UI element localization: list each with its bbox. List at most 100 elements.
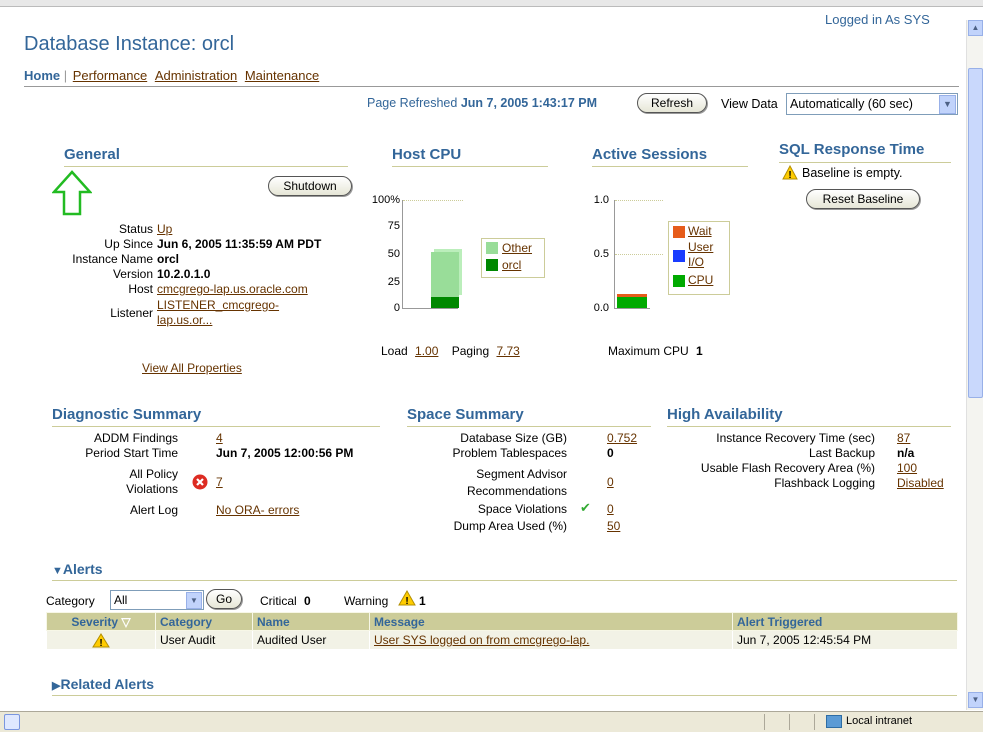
col-name[interactable]: Name [252, 612, 370, 631]
sessions-tick-05: 0.5 [593, 248, 609, 260]
tab-home[interactable]: Home [24, 68, 60, 83]
flash-area-value[interactable]: 100 [897, 461, 917, 475]
problem-ts-label: Problem Tablespaces [452, 446, 567, 460]
dump-area-label: Dump Area Used (%) [453, 519, 567, 533]
load-paging: Load 1.00 Paging 7.73 [381, 344, 520, 358]
cpu-gridline [403, 200, 463, 201]
load-label: Load [381, 344, 408, 358]
chevron-down-icon[interactable]: ▼ [939, 95, 956, 114]
tab-maintenance[interactable]: Maintenance [245, 68, 319, 83]
col-alert-triggered[interactable]: Alert Triggered [732, 612, 958, 631]
warning-label: Warning [344, 594, 389, 608]
policy-value[interactable]: 7 [216, 475, 223, 489]
zone-label: Local intranet [846, 715, 913, 727]
critical-value: 0 [304, 594, 311, 608]
category-chevron-down-icon[interactable]: ▼ [186, 592, 202, 609]
legend-wait[interactable]: Wait [688, 224, 712, 238]
reset-baseline-button[interactable]: Reset Baseline [806, 189, 920, 209]
logged-in-label: Logged in As SYS [825, 12, 930, 27]
critical-label: Critical [260, 594, 297, 608]
view-data-select[interactable]: Automatically (60 sec) ▼ [786, 93, 958, 115]
legend-swatch-cpu [673, 275, 685, 287]
sessions-gridline-mid [615, 254, 663, 255]
alert-log-value[interactable]: No ORA- errors [216, 503, 299, 517]
policy-label-2: Violations [126, 482, 178, 496]
table-row: ! User Audit Audited User User SYS logge… [46, 630, 958, 650]
instance-recovery-label: Instance Recovery Time (sec) [716, 431, 875, 445]
vertical-scrollbar[interactable]: ▲ ▼ [966, 20, 983, 710]
legend-swatch-wait [673, 226, 685, 238]
related-alerts-rule [52, 695, 957, 696]
status-up-arrow-icon [52, 170, 92, 216]
scroll-thumb[interactable] [968, 68, 983, 398]
cpu-y-axis [402, 200, 403, 308]
listener-value-line2[interactable]: lap.us.or... [157, 313, 212, 327]
cpu-tick-100: 100% [371, 194, 400, 206]
load-value[interactable]: 1.00 [415, 344, 438, 358]
tab-performance[interactable]: Performance [73, 68, 147, 83]
space-violations-value[interactable]: 0 [607, 502, 614, 516]
legend-io[interactable]: I/O [688, 255, 704, 269]
col-message[interactable]: Message [369, 612, 733, 631]
legend-orcl[interactable]: orcl [502, 258, 521, 272]
refresh-button[interactable]: Refresh [637, 93, 707, 113]
legend-swatch-orcl [486, 259, 498, 271]
db-size-value[interactable]: 0.752 [607, 431, 637, 445]
general-rule [64, 166, 348, 167]
listener-value[interactable]: LISTENER_cmcgrego- [157, 298, 279, 312]
svg-text:!: ! [99, 638, 102, 648]
row-alert-triggered: Jun 7, 2005 12:45:54 PM [732, 630, 958, 650]
collapse-triangle-icon: ▼ [52, 565, 63, 577]
last-backup-label: Last Backup [808, 446, 875, 460]
related-alerts-heading[interactable]: ▶Related Alerts [52, 676, 154, 692]
status-bar: Local intranet [0, 711, 983, 732]
scroll-up-icon[interactable]: ▲ [968, 20, 983, 36]
dump-area-value[interactable]: 50 [607, 519, 620, 533]
legend-cpu[interactable]: CPU [688, 273, 713, 287]
host-label: Host [128, 282, 153, 296]
category-value: All [114, 593, 128, 607]
max-cpu: Maximum CPU 1 [608, 344, 703, 358]
max-cpu-value: 1 [696, 344, 703, 358]
row-warning-icon: ! [92, 632, 110, 649]
legend-user[interactable]: User [688, 240, 713, 254]
go-button[interactable]: Go [206, 589, 242, 609]
segment-advisor-label-2: Recommendations [466, 484, 567, 498]
up-since-label: Up Since [104, 237, 153, 251]
period-start-label: Period Start Time [85, 446, 178, 460]
col-category[interactable]: Category [155, 612, 253, 631]
cpu-x-axis [402, 308, 458, 309]
sessions-legend: Wait User I/O CPU [668, 221, 730, 295]
shutdown-button[interactable]: Shutdown [268, 176, 352, 196]
tab-administration[interactable]: Administration [155, 68, 237, 83]
sort-desc-icon: ▽ [121, 614, 131, 629]
category-select[interactable]: All ▼ [110, 590, 204, 610]
cpu-tick-25: 25 [387, 276, 400, 288]
max-cpu-label: Maximum CPU [608, 344, 689, 358]
row-message-link[interactable]: User SYS logged on from cmcgrego-lap. [374, 633, 589, 647]
alerts-rule [52, 580, 957, 581]
row-name: Audited User [252, 630, 370, 650]
legend-swatch-other [486, 242, 498, 254]
col-severity[interactable]: Severity ▽ [46, 612, 156, 631]
scroll-down-icon[interactable]: ▼ [968, 692, 983, 708]
view-all-properties-link[interactable]: View All Properties [142, 361, 242, 375]
intranet-icon [826, 715, 842, 728]
legend-swatch-user-io [673, 250, 685, 262]
ha-rule [667, 426, 951, 427]
ha-heading: High Availability [667, 406, 783, 423]
addm-label: ADDM Findings [93, 431, 178, 445]
instance-name-label: Instance Name [72, 252, 153, 266]
status-value[interactable]: Up [157, 222, 172, 236]
alerts-heading[interactable]: ▼Alerts [52, 561, 103, 577]
legend-other[interactable]: Other [502, 241, 532, 255]
addm-value[interactable]: 4 [216, 431, 223, 445]
flashback-logging-value[interactable]: Disabled [897, 476, 944, 490]
cpu-bar-other [431, 252, 459, 298]
ie-page-icon [4, 714, 20, 730]
host-value[interactable]: cmcgrego-lap.us.oracle.com [157, 282, 308, 296]
segment-advisor-value[interactable]: 0 [607, 475, 614, 489]
instance-recovery-value[interactable]: 87 [897, 431, 910, 445]
paging-value[interactable]: 7.73 [496, 344, 519, 358]
page-refreshed: Page Refreshed Jun 7, 2005 1:43:17 PM [367, 96, 597, 110]
